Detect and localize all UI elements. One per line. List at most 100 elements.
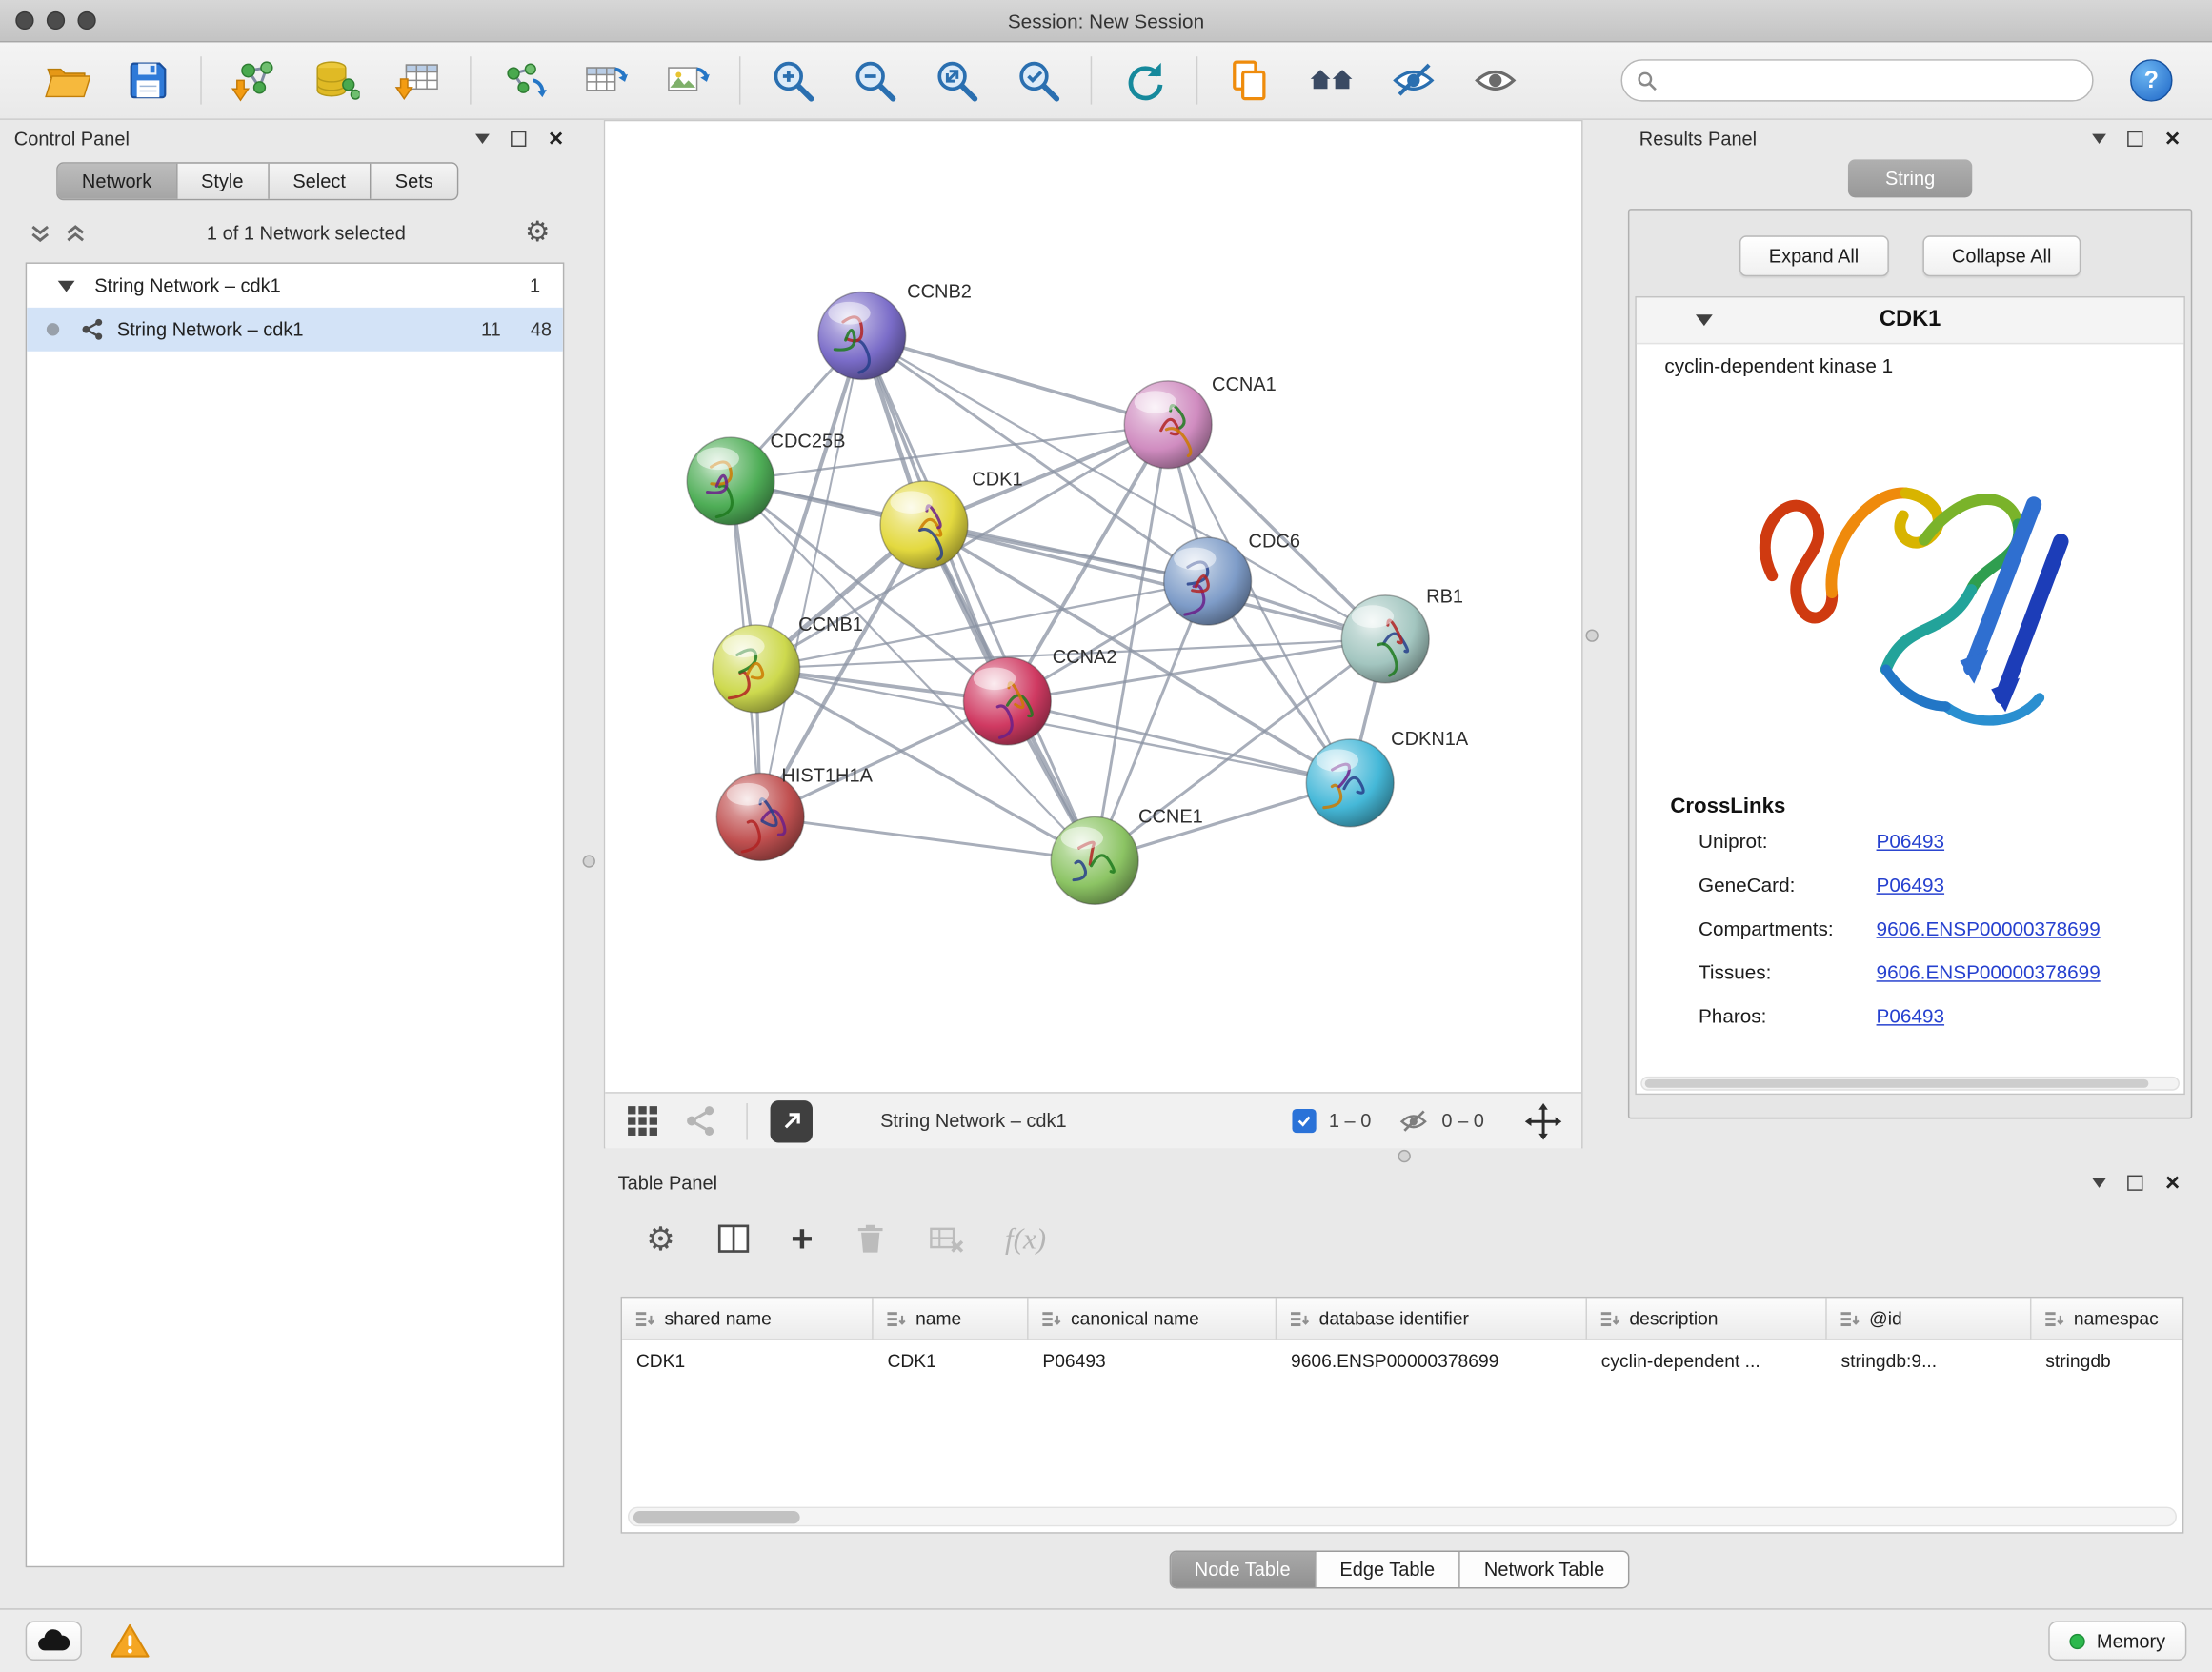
tab-sets[interactable]: Sets bbox=[372, 164, 457, 199]
show-all-button[interactable] bbox=[1463, 50, 1528, 111]
hidden-eye-slash-icon[interactable] bbox=[1398, 1105, 1429, 1137]
tree-expander-icon[interactable] bbox=[58, 280, 75, 292]
network-edge[interactable] bbox=[862, 335, 1168, 424]
float-panel-icon[interactable] bbox=[2128, 1175, 2143, 1190]
network-node-CCNB1[interactable]: CCNB1 bbox=[713, 614, 863, 713]
tab-string[interactable]: String bbox=[1848, 159, 1971, 197]
table-horizontal-scrollbar[interactable] bbox=[628, 1507, 2177, 1527]
clone-network-button[interactable] bbox=[491, 50, 555, 111]
close-window-button[interactable] bbox=[15, 11, 33, 30]
network-edge[interactable] bbox=[1007, 701, 1350, 783]
crosslink-link[interactable]: P06493 bbox=[1877, 829, 1944, 852]
tab-network[interactable]: Network bbox=[58, 164, 177, 199]
close-panel-icon[interactable]: ✕ bbox=[2164, 129, 2181, 149]
panel-menu-icon[interactable] bbox=[475, 133, 490, 143]
cytoscape-window: Session: New Session ? Control bbox=[0, 0, 2212, 1672]
share-network-icon[interactable] bbox=[683, 1103, 718, 1138]
open-session-button[interactable] bbox=[34, 50, 99, 111]
table-tab-network-table[interactable]: Network Table bbox=[1460, 1552, 1629, 1587]
grid-view-icon[interactable] bbox=[625, 1103, 660, 1138]
zoom-in-button[interactable] bbox=[760, 50, 825, 111]
add-column-icon[interactable]: + bbox=[791, 1219, 813, 1258]
network-tree: String Network – cdk1 1 String Network –… bbox=[26, 262, 565, 1567]
duplicate-page-button[interactable] bbox=[1217, 50, 1282, 111]
delete-table-icon[interactable] bbox=[929, 1220, 966, 1258]
memory-button[interactable]: Memory bbox=[2049, 1622, 2187, 1661]
right-splitter-grip[interactable] bbox=[1585, 629, 1598, 641]
network-node-CDKN1A[interactable]: CDKN1A bbox=[1306, 729, 1469, 827]
network-canvas[interactable]: CCNB2CCNA1CDC25BCDK1CDC6RB1CCNB1CCNA2CDK… bbox=[605, 121, 1581, 1092]
network-node-RB1[interactable]: RB1 bbox=[1341, 586, 1463, 682]
open-in-new-window-button[interactable] bbox=[771, 1099, 813, 1141]
column-header-description[interactable]: description bbox=[1587, 1298, 1827, 1339]
network-node-HIST1H1A[interactable]: HIST1H1A bbox=[716, 765, 873, 860]
left-splitter-grip[interactable] bbox=[583, 855, 595, 867]
expand-all-button[interactable]: Expand All bbox=[1739, 235, 1889, 276]
column-header-canonical-name[interactable]: canonical name bbox=[1029, 1298, 1277, 1339]
network-collection-row[interactable]: String Network – cdk1 1 bbox=[27, 264, 563, 308]
pan-move-icon[interactable] bbox=[1525, 1102, 1562, 1139]
float-panel-icon[interactable] bbox=[2128, 131, 2143, 146]
network-tree-item[interactable]: String Network – cdk1 11 48 bbox=[27, 308, 563, 352]
crosslink-row: GeneCard:P06493 bbox=[1637, 862, 2184, 906]
close-panel-icon[interactable]: ✕ bbox=[2164, 1173, 2181, 1193]
panel-menu-icon[interactable] bbox=[2093, 1178, 2107, 1187]
selected-checkbox-icon[interactable] bbox=[1292, 1109, 1316, 1133]
zoom-fit-button[interactable] bbox=[924, 50, 989, 111]
new-network-from-table-button[interactable] bbox=[573, 50, 637, 111]
tab-style[interactable]: Style bbox=[177, 164, 269, 199]
search-input[interactable] bbox=[1667, 70, 2078, 91]
table-row[interactable]: CDK1CDK1P064939606.ENSP00000378699cyclin… bbox=[622, 1340, 2182, 1380]
hide-selected-button[interactable] bbox=[1381, 50, 1446, 111]
save-session-button[interactable] bbox=[115, 50, 180, 111]
gene-section-header[interactable]: CDK1 bbox=[1637, 297, 2184, 344]
column-header-database-identifier[interactable]: database identifier bbox=[1277, 1298, 1587, 1339]
help-button[interactable]: ? bbox=[2130, 59, 2172, 101]
network-edge[interactable] bbox=[760, 816, 1095, 860]
panel-menu-icon[interactable] bbox=[2093, 133, 2107, 143]
column-header-shared-name[interactable]: shared name bbox=[622, 1298, 874, 1339]
column-header-namespac[interactable]: namespac bbox=[2031, 1298, 2183, 1339]
table-tab-edge-table[interactable]: Edge Table bbox=[1316, 1552, 1460, 1587]
import-table-from-file-button[interactable] bbox=[385, 50, 450, 111]
show-columns-icon[interactable] bbox=[714, 1220, 752, 1258]
refresh-view-button[interactable] bbox=[1112, 50, 1176, 111]
export-image-button[interactable] bbox=[654, 50, 719, 111]
tab-select[interactable]: Select bbox=[269, 164, 371, 199]
crosslink-link[interactable]: P06493 bbox=[1877, 1004, 1944, 1027]
network-node-CDK1[interactable]: CDK1 bbox=[880, 469, 1023, 568]
column-header-name[interactable]: name bbox=[874, 1298, 1029, 1339]
fullscreen-window-button[interactable] bbox=[77, 11, 95, 30]
crosslink-link[interactable]: 9606.ENSP00000378699 bbox=[1877, 960, 2101, 983]
warning-icon[interactable] bbox=[111, 1622, 150, 1660]
float-panel-icon[interactable] bbox=[511, 131, 526, 146]
table-options-gear-icon[interactable]: ⚙ bbox=[646, 1222, 675, 1255]
cloud-button[interactable] bbox=[26, 1622, 82, 1661]
expand-all-icon[interactable] bbox=[64, 221, 88, 245]
bottom-splitter-grip[interactable] bbox=[1398, 1150, 1411, 1162]
zoom-selected-button[interactable] bbox=[1006, 50, 1071, 111]
crosslink-link[interactable]: 9606.ENSP00000378699 bbox=[1877, 917, 2101, 939]
network-node-CCNB2[interactable]: CCNB2 bbox=[818, 281, 972, 379]
network-options-gear-icon[interactable]: ⚙ bbox=[525, 219, 551, 248]
column-header--id[interactable]: @id bbox=[1827, 1298, 2032, 1339]
collapse-all-button[interactable]: Collapse All bbox=[1922, 235, 2081, 276]
zoom-out-button[interactable] bbox=[842, 50, 907, 111]
import-network-from-database-button[interactable] bbox=[303, 50, 368, 111]
collapse-all-icon[interactable] bbox=[29, 221, 52, 245]
crosslink-link[interactable]: P06493 bbox=[1877, 873, 1944, 896]
function-builder-icon[interactable]: f(x) bbox=[1005, 1221, 1046, 1257]
crosslinks-list: Uniprot:P06493GeneCard:P06493Compartment… bbox=[1637, 818, 2184, 1037]
results-horizontal-scrollbar[interactable] bbox=[1640, 1077, 2180, 1091]
import-network-from-file-button[interactable] bbox=[221, 50, 286, 111]
section-expander-icon[interactable] bbox=[1696, 314, 1713, 326]
node-label: HIST1H1A bbox=[781, 765, 873, 786]
network-edge[interactable] bbox=[862, 335, 1095, 860]
home-button[interactable] bbox=[1299, 50, 1364, 111]
network-node-CCNA1[interactable]: CCNA1 bbox=[1124, 374, 1277, 468]
delete-column-icon[interactable] bbox=[853, 1220, 890, 1258]
minimize-window-button[interactable] bbox=[47, 11, 65, 30]
close-panel-icon[interactable]: ✕ bbox=[548, 129, 564, 149]
network-edge[interactable] bbox=[760, 335, 862, 816]
table-tab-node-table[interactable]: Node Table bbox=[1171, 1552, 1317, 1587]
